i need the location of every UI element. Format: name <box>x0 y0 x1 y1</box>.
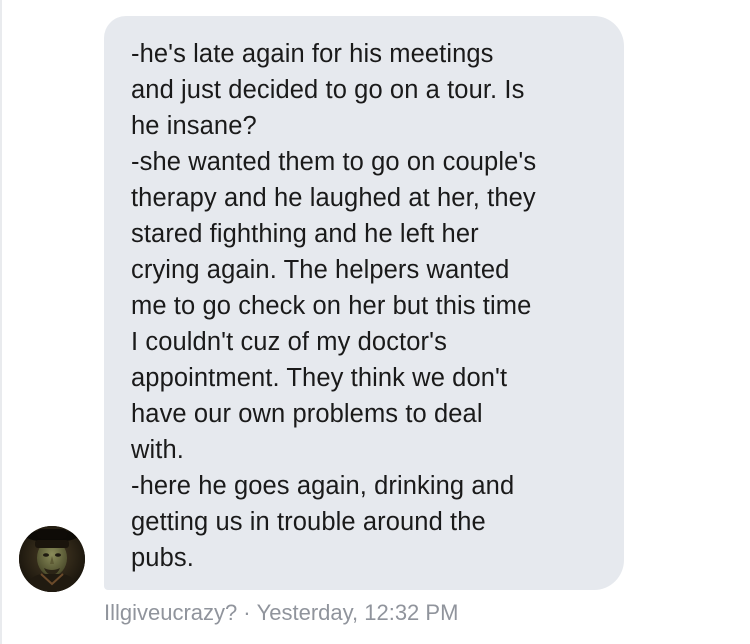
user-avatar-photo[interactable] <box>19 526 85 592</box>
message-line: appointment. They think we don't <box>131 364 508 392</box>
message-line: with. <box>131 436 184 464</box>
message-line: I couldn't cuz of my doctor's <box>131 328 447 356</box>
message-line: and just decided to go on a tour. Is <box>131 76 525 104</box>
message-meta: Illgiveucrazy? · Yesterday, 12:32 PM <box>104 598 458 628</box>
message-line: pubs. <box>131 544 194 572</box>
message-line: crying again. The helpers wanted <box>131 256 510 284</box>
message-line: therapy and he laughed at her, they <box>131 184 536 212</box>
message-line: -here he goes again, drinking and <box>131 472 515 500</box>
message-line: getting us in trouble around the <box>131 508 486 536</box>
message-line: me to go check on her but this time <box>131 292 532 320</box>
message-bubble[interactable]: -he's late again for his meetings and ju… <box>104 16 624 590</box>
message-line: -he's late again for his meetings <box>131 40 494 68</box>
avatar-portrait-icon <box>19 526 85 592</box>
message-line: stared fighthing and he left her <box>131 220 479 248</box>
message-line: he insane? <box>131 112 257 140</box>
message-line: have our own problems to deal <box>131 400 483 428</box>
message-line: -she wanted them to go on couple's <box>131 148 537 176</box>
meta-separator: · <box>243 600 251 625</box>
sender-name[interactable]: Illgiveucrazy? <box>104 600 237 625</box>
message-timestamp[interactable]: Yesterday, 12:32 PM <box>257 600 459 625</box>
conversation-left-border <box>0 0 2 644</box>
